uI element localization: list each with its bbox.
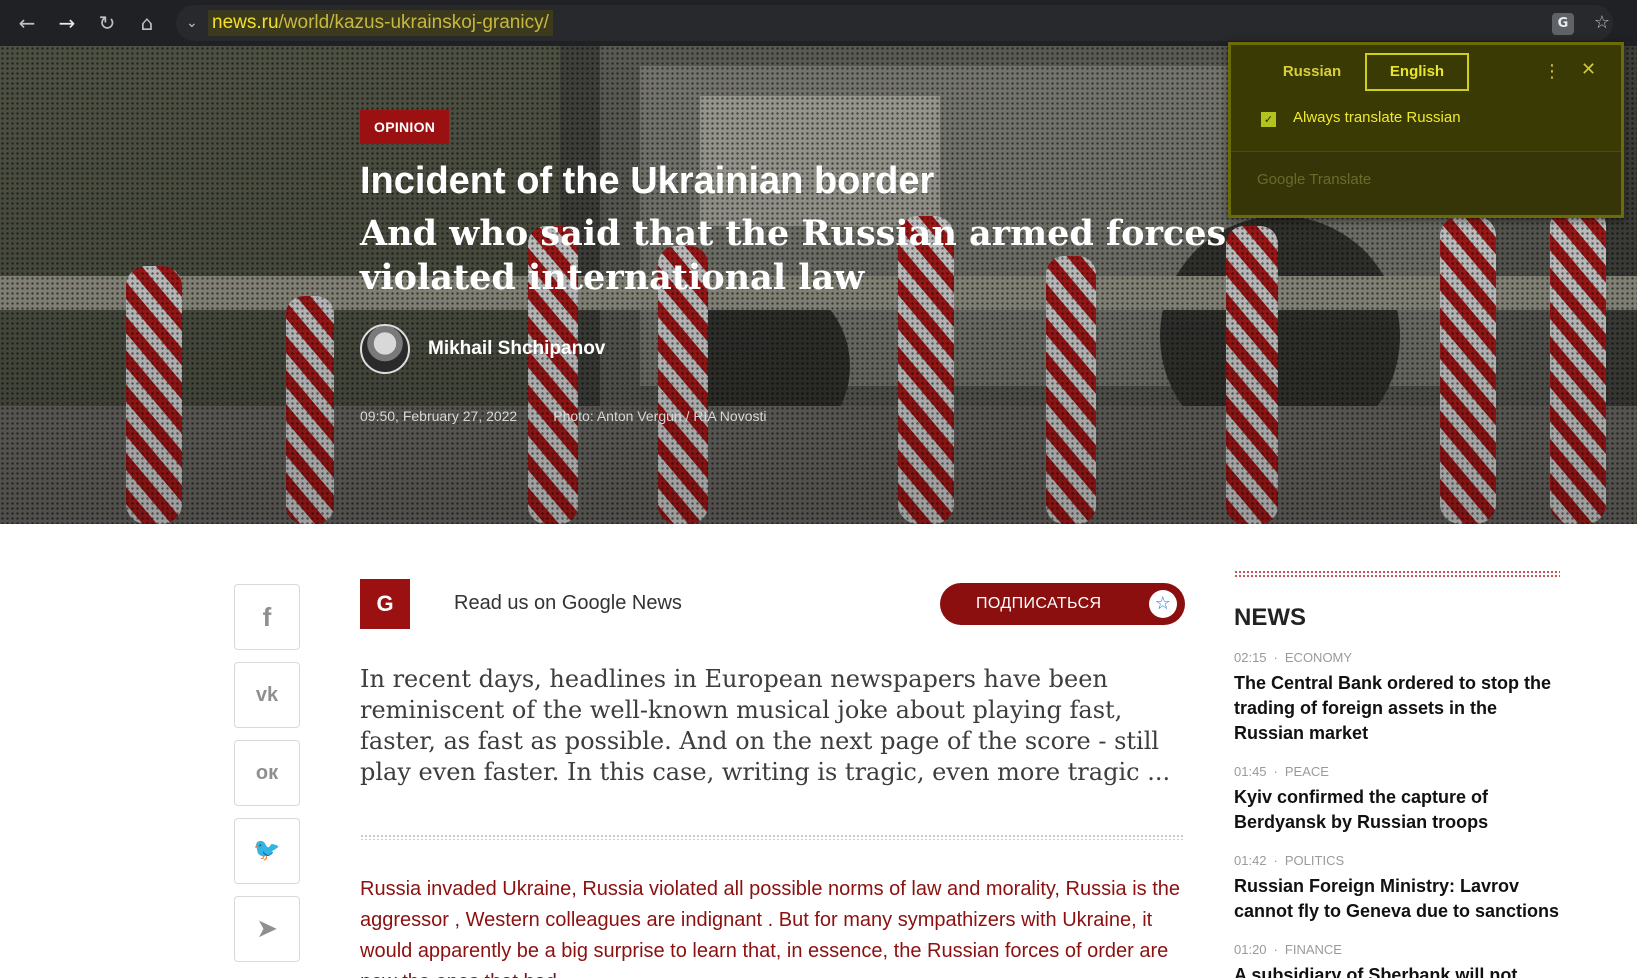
avatar[interactable] [360,324,410,374]
address-bar[interactable]: ⌄ news.ru/world/kazus-ukrainskoj-granicy… [176,5,1613,41]
news-item[interactable]: 01:45 · PEACE Kyiv confirmed the capture o… [1234,764,1560,835]
share-buttons: f vk ок 🐦 ➤ [234,584,300,974]
subscribe-button[interactable]: ПОДПИСАТЬСЯ ☆ [940,583,1185,625]
twitter-icon[interactable]: 🐦 [234,818,300,884]
odnoklassniki-icon[interactable]: ок [234,740,300,806]
news-title[interactable]: Russian Foreign Ministry: Lavrov cannot … [1234,874,1560,924]
forward-arrow-icon[interactable]: → [52,8,82,38]
hero-content: OPINION Incident of the Ukrainian border… [360,110,1260,424]
star-icon: ☆ [1149,590,1177,618]
news-title[interactable]: Kyiv confirmed the capture of Berdyansk … [1234,785,1560,835]
facebook-icon[interactable]: f [234,584,300,650]
more-options-icon[interactable]: ⋮ [1543,61,1561,82]
news-title[interactable]: A subsidiary of Sberbank will not [1234,963,1560,978]
article-lead: In recent days, headlines in European ne… [360,665,1171,786]
tab-english[interactable]: English [1365,53,1469,91]
translate-popup: Russian English ⋮ ✕ ✓ Always translate R… [1228,42,1624,218]
language-tabs: Russian English [1259,53,1469,91]
back-arrow-icon[interactable]: ← [12,8,42,38]
browser-toolbar: ← → ↻ ⌂ ⌄ news.ru/world/kazus-ukrainskoj… [0,0,1637,46]
google-news-logo[interactable]: G [360,579,410,629]
google-translate-brand: Google Translate [1257,171,1372,188]
news-time: 01:45 [1234,764,1267,779]
author-name[interactable]: Mikhail Shchipanov [428,338,605,360]
news-title[interactable]: The Central Bank ordered to stop the tra… [1234,671,1560,746]
news-heading: NEWS [1234,604,1306,631]
google-news-label[interactable]: Read us on Google News [454,592,682,615]
url-host: news.ru [212,12,279,33]
home-icon[interactable]: ⌂ [132,8,162,38]
vk-icon[interactable]: vk [234,662,300,728]
star-icon[interactable]: ☆ [1588,9,1616,37]
news-time: 01:20 [1234,942,1267,957]
news-time: 01:42 [1234,853,1267,868]
photo-credit: Photo: Anton Vergun / RIA Novosti [553,408,767,424]
url-text[interactable]: news.ru/world/kazus-ukrainskoj-granicy/ [208,10,553,36]
news-sidebar: NEWS 02:15 · ECONOMY The Central Bank orde… [1234,570,1560,978]
chevron-down-icon[interactable]: ⌄ [186,9,198,37]
google-news-promo: G Read us on Google News ПОДПИСАТЬСЯ ☆ [360,579,1185,629]
always-translate-checkbox[interactable]: ✓ [1261,112,1276,127]
news-category[interactable]: POLITICS [1285,853,1344,868]
article-meta: 09:50, February 27, 2022 Photo: Anton Ve… [360,408,1260,424]
news-item[interactable]: 01:20 · FINANCE A subsidiary of Sberbank w… [1234,942,1560,978]
news-item[interactable]: 02:15 · ECONOMY The Central Bank ordered t… [1234,650,1560,746]
close-icon[interactable]: ✕ [1581,59,1596,80]
url-path: /world/kazus-ukrainskoj-granicy/ [278,12,549,33]
news-category[interactable]: ECONOMY [1285,650,1352,665]
always-translate-label[interactable]: Always translate Russian [1293,109,1461,126]
article-subtitle: And who said that the Russian armed forc… [360,213,1227,298]
news-item[interactable]: 01:42 · POLITICS Russian Foreign Ministry:… [1234,853,1560,924]
author-block[interactable]: Mikhail Shchipanov [360,324,1260,374]
translate-icon[interactable]: G [1552,13,1574,35]
subscribe-label: ПОДПИСАТЬСЯ [976,595,1102,612]
publish-timestamp: 09:50, February 27, 2022 [360,408,518,424]
news-category[interactable]: PEACE [1285,764,1329,779]
article-body-link[interactable]: Russia invaded Ukraine, Russia violated … [360,874,1180,978]
divider [360,834,1185,840]
telegram-icon[interactable]: ➤ [234,896,300,962]
news-time: 02:15 [1234,650,1267,665]
tab-russian[interactable]: Russian [1259,53,1365,91]
category-badge[interactable]: OPINION [360,110,450,144]
news-divider [1234,570,1560,578]
news-category[interactable]: FINANCE [1285,942,1342,957]
article-title: Incident of the Ukrainian border [360,160,935,202]
reload-icon[interactable]: ↻ [92,8,122,38]
